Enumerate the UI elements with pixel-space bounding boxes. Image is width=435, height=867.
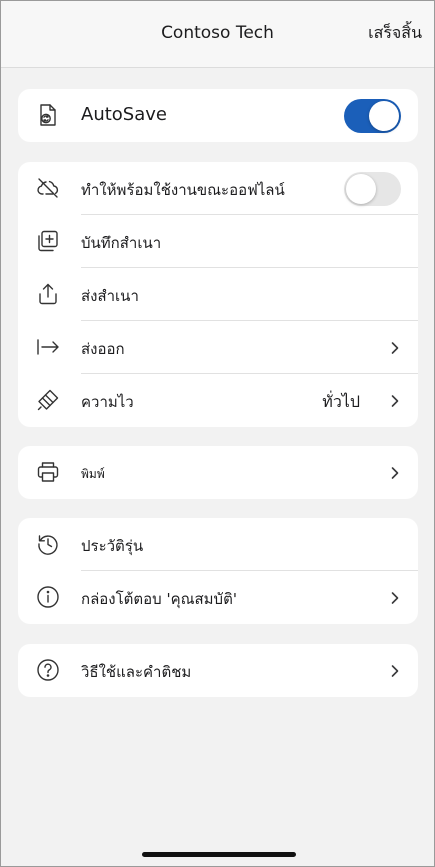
sensitivity-row[interactable]: ความไว ทั่วไป xyxy=(18,374,418,427)
history-icon xyxy=(35,531,61,557)
cloud-off-icon xyxy=(35,175,61,201)
export-row[interactable]: ส่งออก xyxy=(18,321,418,374)
autosave-card: AutoSave xyxy=(18,89,418,142)
toggle-knob xyxy=(369,101,399,131)
file-sync-icon xyxy=(35,102,61,128)
toggle-knob xyxy=(346,174,376,204)
autosave-label: AutoSave xyxy=(81,104,167,125)
print-card: พิมพ์ xyxy=(18,446,418,499)
info-card: ประวัติรุ่น กล่องโต้ตอบ 'คุณสมบัติ' xyxy=(18,518,418,624)
save-copy-label: บันทึกสำเนา xyxy=(81,234,162,252)
version-history-label: ประวัติรุ่น xyxy=(81,537,144,555)
save-copy-row[interactable]: บันทึกสำเนา xyxy=(18,215,418,268)
offline-label: ทำให้พร้อมใช้งานขณะออฟไลน์ xyxy=(81,181,285,199)
help-label: วิธีใช้และคำติชม xyxy=(81,663,192,681)
chevron-right-icon xyxy=(389,339,401,357)
home-indicator xyxy=(142,852,296,857)
properties-row[interactable]: กล่องโต้ตอบ 'คุณสมบัติ' xyxy=(18,571,418,624)
help-card: วิธีใช้และคำติชม xyxy=(18,644,418,697)
sensitivity-label: ความไว xyxy=(81,393,134,411)
export-label: ส่งออก xyxy=(81,340,125,358)
file-actions-card: ทำให้พร้อมใช้งานขณะออฟไลน์ บันทึกสำเนา ส… xyxy=(18,162,418,427)
sensitivity-tag-icon xyxy=(35,387,61,413)
properties-label: กล่องโต้ตอบ 'คุณสมบัติ' xyxy=(81,590,237,608)
send-copy-label: ส่งสำเนา xyxy=(81,287,139,305)
chevron-right-icon xyxy=(389,464,401,482)
sensitivity-value: ทั่วไป xyxy=(322,392,360,411)
done-button[interactable]: เสร็จสิ้น xyxy=(368,21,422,46)
help-row[interactable]: วิธีใช้และคำติชม xyxy=(18,644,418,697)
autosave-toggle[interactable] xyxy=(344,99,401,133)
print-row[interactable]: พิมพ์ xyxy=(18,446,418,499)
autosave-row: AutoSave xyxy=(18,89,418,142)
send-copy-row[interactable]: ส่งสำเนา xyxy=(18,268,418,321)
chevron-right-icon xyxy=(389,589,401,607)
chevron-right-icon xyxy=(389,662,401,680)
info-icon xyxy=(35,584,61,610)
help-icon xyxy=(35,657,61,683)
offline-row: ทำให้พร้อมใช้งานขณะออฟไลน์ xyxy=(18,162,418,215)
add-copy-icon xyxy=(35,228,61,254)
export-arrow-icon xyxy=(35,334,61,360)
offline-toggle[interactable] xyxy=(344,172,401,206)
print-label: พิมพ์ xyxy=(81,467,105,481)
share-icon xyxy=(35,281,61,307)
version-history-row[interactable]: ประวัติรุ่น xyxy=(18,518,418,571)
header-bar: Contoso Tech เสร็จสิ้น xyxy=(1,1,434,68)
printer-icon xyxy=(35,459,61,485)
chevron-right-icon xyxy=(389,392,401,410)
settings-screen: Contoso Tech เสร็จสิ้น AutoSave ทำให้พร้… xyxy=(0,0,435,867)
